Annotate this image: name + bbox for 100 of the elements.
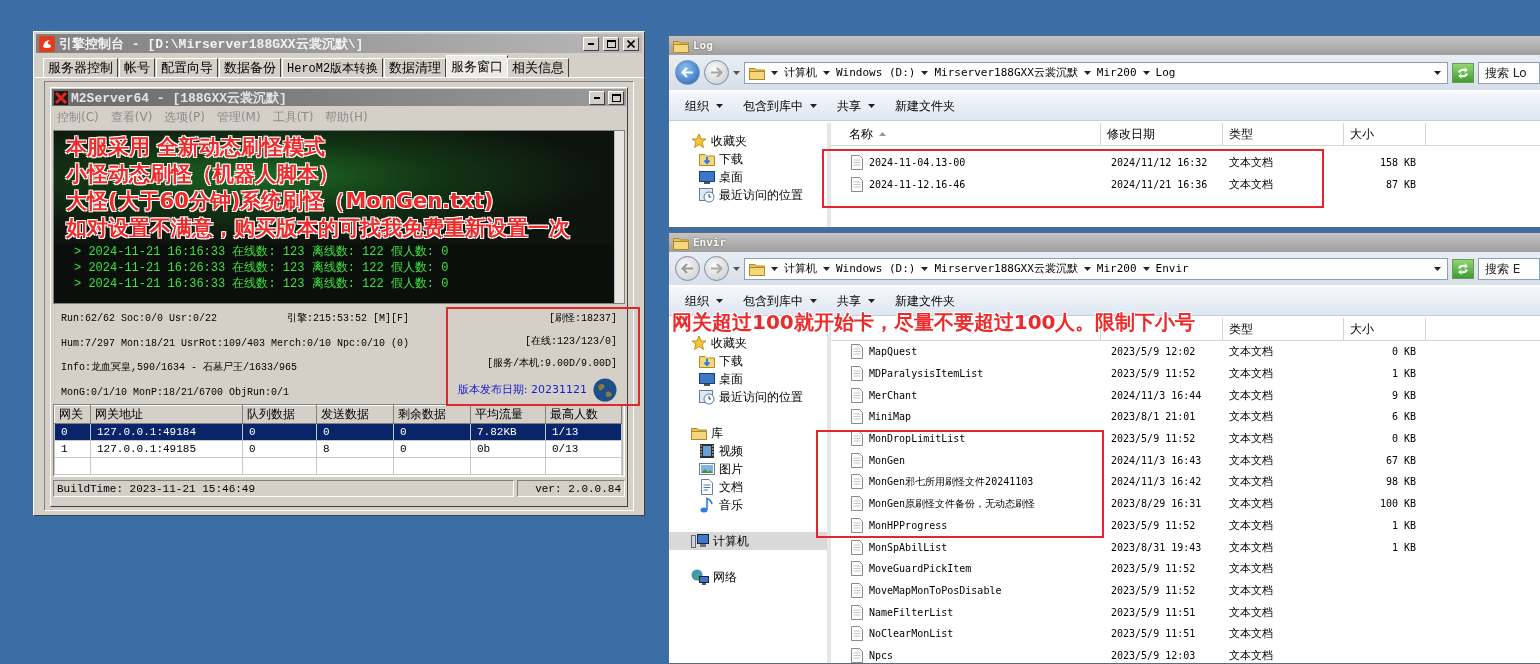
toolbar-button[interactable]: 共享 xyxy=(829,290,883,312)
table-row[interactable]: 0 127.0.0.1:49184 0 0 0 7.82KB 1/13 xyxy=(54,423,622,441)
file-row[interactable]: MonGen邪七所用刷怪文件20241103 2024/11/3 16:42 文本文档 98 KB xyxy=(831,471,1540,493)
file-row[interactable]: MonSpAbilList 2023/8/31 19:43 文本文档 1 KB xyxy=(831,536,1540,558)
document-icon xyxy=(851,452,863,468)
file-name: 2024-11-04.13-00 xyxy=(869,156,966,168)
address-bar[interactable]: 计算机 Windows (D:) Mirserver188GXX云裳沉默 Mir200 Envir xyxy=(744,257,1448,280)
sidebar-item[interactable]: 计算机 xyxy=(669,532,827,550)
column-header[interactable]: 队列数据 xyxy=(242,405,317,424)
breadcrumb-item[interactable]: Mir200 xyxy=(1096,262,1137,275)
toolbar-button[interactable]: 包含到库中 xyxy=(735,95,825,117)
sidebar-item[interactable]: 视频 xyxy=(669,442,827,460)
back-arrow-icon xyxy=(681,263,694,274)
file-row[interactable]: MonHPProgress 2023/5/9 11:52 文本文档 1 KB xyxy=(831,514,1540,537)
document-icon xyxy=(699,479,715,495)
forward-button[interactable] xyxy=(704,60,729,85)
minimize-button[interactable] xyxy=(589,90,605,105)
modified-date: 2024/11/3 16:43 xyxy=(1110,454,1203,466)
sidebar-item[interactable]: 文档 xyxy=(669,478,827,496)
breadcrumb-item[interactable]: Mir200 xyxy=(1096,66,1137,79)
column-header[interactable]: 网关地址 xyxy=(90,405,243,424)
table-cell: 0/13 xyxy=(545,440,622,458)
breadcrumb-item[interactable]: Envir xyxy=(1155,262,1189,275)
tab[interactable]: 配置向导 xyxy=(156,58,218,77)
close-button[interactable] xyxy=(623,36,639,51)
file-size: 9 KB xyxy=(1390,389,1417,401)
sidebar-item[interactable]: 桌面 xyxy=(669,370,827,388)
search-field[interactable]: 搜索 E xyxy=(1478,257,1540,280)
file-row[interactable]: MonGen 2024/11/3 16:43 文本文档 67 KB xyxy=(831,449,1540,472)
breadcrumb-item[interactable]: 计算机 xyxy=(784,261,817,276)
breadcrumb-item[interactable]: Log xyxy=(1155,66,1176,79)
file-row[interactable]: MoveGuardPickItem 2023/5/9 11:52 文本文档 xyxy=(831,557,1540,580)
folder-icon xyxy=(673,235,689,250)
tab[interactable]: HeroM2版本转换 xyxy=(282,58,384,77)
file-row[interactable]: Npcs 2023/5/9 12:03 文本文档 xyxy=(831,644,1540,663)
file-row[interactable]: MDParalysisItemList 2023/5/9 11:52 文本文档 1 KB xyxy=(831,362,1540,385)
sidebar-item[interactable]: 网络 xyxy=(669,568,827,586)
modified-date: 2023/5/9 12:02 xyxy=(1110,346,1197,358)
document-icon xyxy=(851,176,863,192)
minimize-button[interactable] xyxy=(583,36,599,51)
breadcrumb-item[interactable]: Windows (D:) xyxy=(836,66,916,79)
search-field[interactable]: 搜索 Lo xyxy=(1478,61,1540,84)
scrollbar[interactable] xyxy=(622,405,624,476)
tab[interactable]: 帐号 xyxy=(119,58,155,77)
refresh-button[interactable] xyxy=(1452,62,1474,83)
file-row[interactable]: MapQuest 2023/5/9 12:02 文本文档 0 KB xyxy=(831,341,1540,363)
breadcrumb-item[interactable]: 计算机 xyxy=(784,65,817,80)
toolbar-button[interactable]: 包含到库中 xyxy=(735,290,825,312)
breadcrumb-item[interactable]: Mirserver188GXX云裳沉默 xyxy=(934,261,1078,276)
toolbar-button[interactable]: 新建文件夹 xyxy=(887,290,963,312)
sidebar-item[interactable]: 桌面 xyxy=(669,168,827,186)
table-row[interactable]: 1 127.0.0.1:49185 0 8 0 0b 0/13 xyxy=(54,440,622,458)
sidebar-item[interactable]: 音乐 xyxy=(669,496,827,514)
file-row[interactable]: MiniMap 2023/8/1 21:01 文本文档 6 KB xyxy=(831,406,1540,428)
download-folder-icon xyxy=(699,353,715,369)
sidebar-item[interactable]: 下载 xyxy=(669,150,827,168)
close-icon xyxy=(627,39,635,48)
sidebar-item[interactable]: 图片 xyxy=(669,460,827,478)
file-row[interactable]: 2024-11-04.13-00 2024/11/12 16:32 文本文档 158 KB xyxy=(831,151,1540,173)
column-header[interactable]: 网关 xyxy=(54,405,91,424)
refresh-button[interactable] xyxy=(1452,258,1474,279)
back-button[interactable] xyxy=(675,60,700,85)
forward-button[interactable] xyxy=(704,256,729,281)
tab[interactable]: 数据清理 xyxy=(384,58,447,77)
file-row[interactable]: MonGen原刷怪文件备份，无动态刷怪 2023/8/29 16:31 文本文档 100 KB xyxy=(831,492,1540,515)
file-row[interactable]: 2024-11-12.16-46 2024/11/21 16:36 文本文档 87 KB xyxy=(831,173,1540,195)
forward-arrow-icon xyxy=(710,263,723,274)
toolbar-button[interactable]: 共享 xyxy=(829,95,883,117)
back-button[interactable] xyxy=(675,256,700,281)
toolbar-button[interactable]: 组织 xyxy=(677,95,731,117)
maximize-button[interactable] xyxy=(603,36,619,51)
address-bar[interactable]: 计算机 Windows (D:) Mirserver188GXX云裳沉默 Mir200 Log xyxy=(744,61,1448,84)
table-cell: 0 xyxy=(242,440,317,458)
tab[interactable]: 服务窗口 xyxy=(446,55,509,77)
sidebar-item[interactable]: 最近访问的位置 xyxy=(669,388,827,406)
refresh-icon xyxy=(1456,66,1470,79)
column-header[interactable]: 发送数据 xyxy=(316,405,394,424)
file-row[interactable]: NameFilterList 2023/5/9 11:51 文本文档 xyxy=(831,601,1540,623)
toolbar-button[interactable]: 新建文件夹 xyxy=(887,95,963,117)
file-row[interactable]: MoveMapMonToPosDisable 2023/5/9 11:52 文本文档 xyxy=(831,579,1540,602)
maximize-button[interactable] xyxy=(608,90,624,105)
sidebar-item[interactable]: 最近访问的位置 xyxy=(669,186,827,204)
sidebar-item[interactable]: 下载 xyxy=(669,352,827,370)
breadcrumb-item[interactable]: Mirserver188GXX云裳沉默 xyxy=(934,65,1078,80)
toolbar-button[interactable]: 组织 xyxy=(677,290,731,312)
breadcrumb-item[interactable]: Windows (D:) xyxy=(836,262,916,275)
column-header[interactable]: 剩余数据 xyxy=(393,405,471,424)
sidebar-item[interactable]: 收藏夹 xyxy=(669,132,827,150)
sidebar-item[interactable]: 库 xyxy=(669,424,827,442)
file-row[interactable]: MonDropLimitList 2023/5/9 11:52 文本文档 0 KB xyxy=(831,427,1540,450)
file-row[interactable]: MerChant 2024/11/3 16:44 文本文档 9 KB xyxy=(831,384,1540,407)
sidebar-item[interactable]: 收藏夹 xyxy=(669,334,827,352)
tab[interactable]: 数据备份 xyxy=(219,58,281,77)
forward-arrow-icon xyxy=(710,67,723,78)
table-cell: 8 xyxy=(316,440,394,458)
file-row[interactable]: NoClearMonList 2023/5/9 11:51 文本文档 xyxy=(831,622,1540,645)
tab[interactable]: 相关信息 xyxy=(507,58,570,77)
file-type: 文本文档 xyxy=(1228,366,1274,382)
tab[interactable]: 服务器控制 xyxy=(43,58,118,77)
scrollbar[interactable] xyxy=(614,131,624,303)
